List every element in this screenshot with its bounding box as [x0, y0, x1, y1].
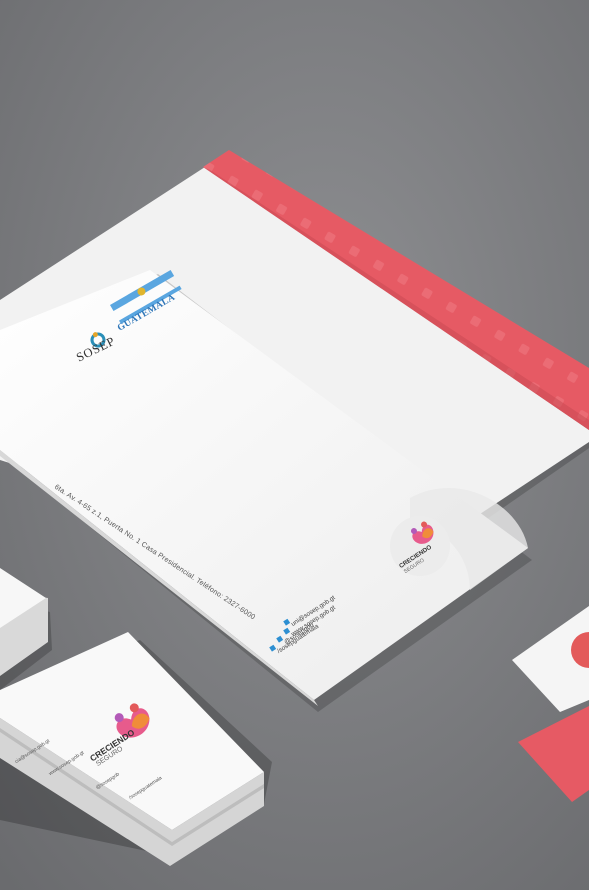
stationery-mockup-scene: GUATEMALA SOSEP 6ta. Av. 4-65 z.1, Puert…	[0, 0, 589, 890]
